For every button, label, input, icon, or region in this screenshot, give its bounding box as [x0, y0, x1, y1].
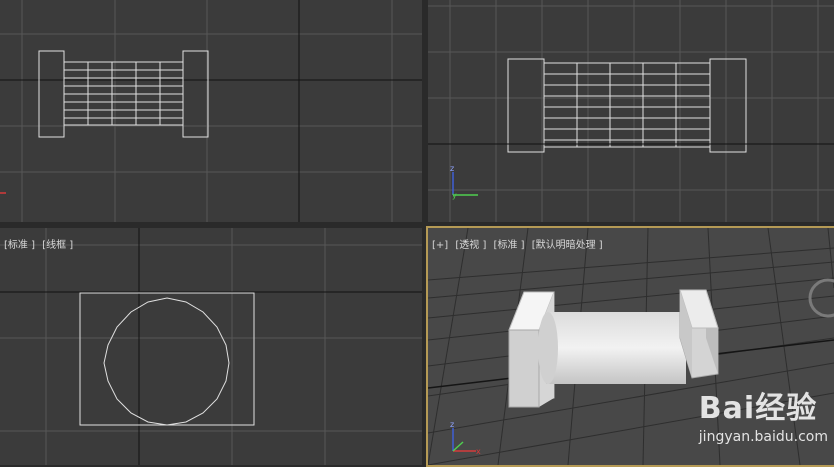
spool-wireframe: [79, 292, 255, 426]
axis-y-label: y: [452, 191, 457, 200]
spool-3d: [508, 289, 719, 408]
viewport-top-left[interactable]: [0, 0, 422, 222]
axis-gizmo: z x: [450, 420, 481, 456]
front-view-canvas: [0, 0, 422, 222]
label-perspective[interactable]: [透视 ]: [455, 240, 486, 251]
grid: [428, 0, 834, 222]
axis-gizmo: z y: [450, 164, 478, 200]
watermark-url: jingyan.baidu.com: [698, 429, 828, 445]
axis-z-label: z: [450, 420, 454, 429]
label-standard[interactable]: [标准 ]: [4, 240, 35, 251]
grid: [0, 228, 422, 465]
label-default-shading[interactable]: [默认明暗处理 ]: [532, 240, 603, 251]
label-wireframe[interactable]: [线框 ]: [42, 240, 73, 251]
watermark-logo: Bai经验: [698, 391, 818, 426]
spool-wireframe: [507, 58, 747, 153]
viewport-top-right[interactable]: z y: [428, 0, 834, 222]
top-view-canvas: [0, 228, 422, 465]
label-standard[interactable]: [标准 ]: [494, 240, 525, 251]
viewport-label[interactable]: [标准 ] [线框 ]: [4, 236, 77, 251]
spool-wireframe: [38, 50, 209, 138]
grid: [0, 0, 422, 222]
axis-z-label: z: [450, 164, 454, 173]
viewport-bottom-right[interactable]: z x [+] [透视 ] [标准 ] [默认明暗处理 ] Bai经验 jing…: [428, 228, 834, 465]
viewport-label[interactable]: [+] [透视 ] [标准 ] [默认明暗处理 ]: [432, 236, 607, 251]
left-view-canvas: z y: [428, 0, 834, 222]
viewport-bottom-left[interactable]: [标准 ] [线框 ]: [0, 228, 422, 465]
baidu-watermark: Bai经验 jingyan.baidu.com: [699, 383, 828, 445]
label-plus-menu[interactable]: [+]: [432, 240, 448, 251]
axis-x-label: x: [476, 447, 481, 456]
